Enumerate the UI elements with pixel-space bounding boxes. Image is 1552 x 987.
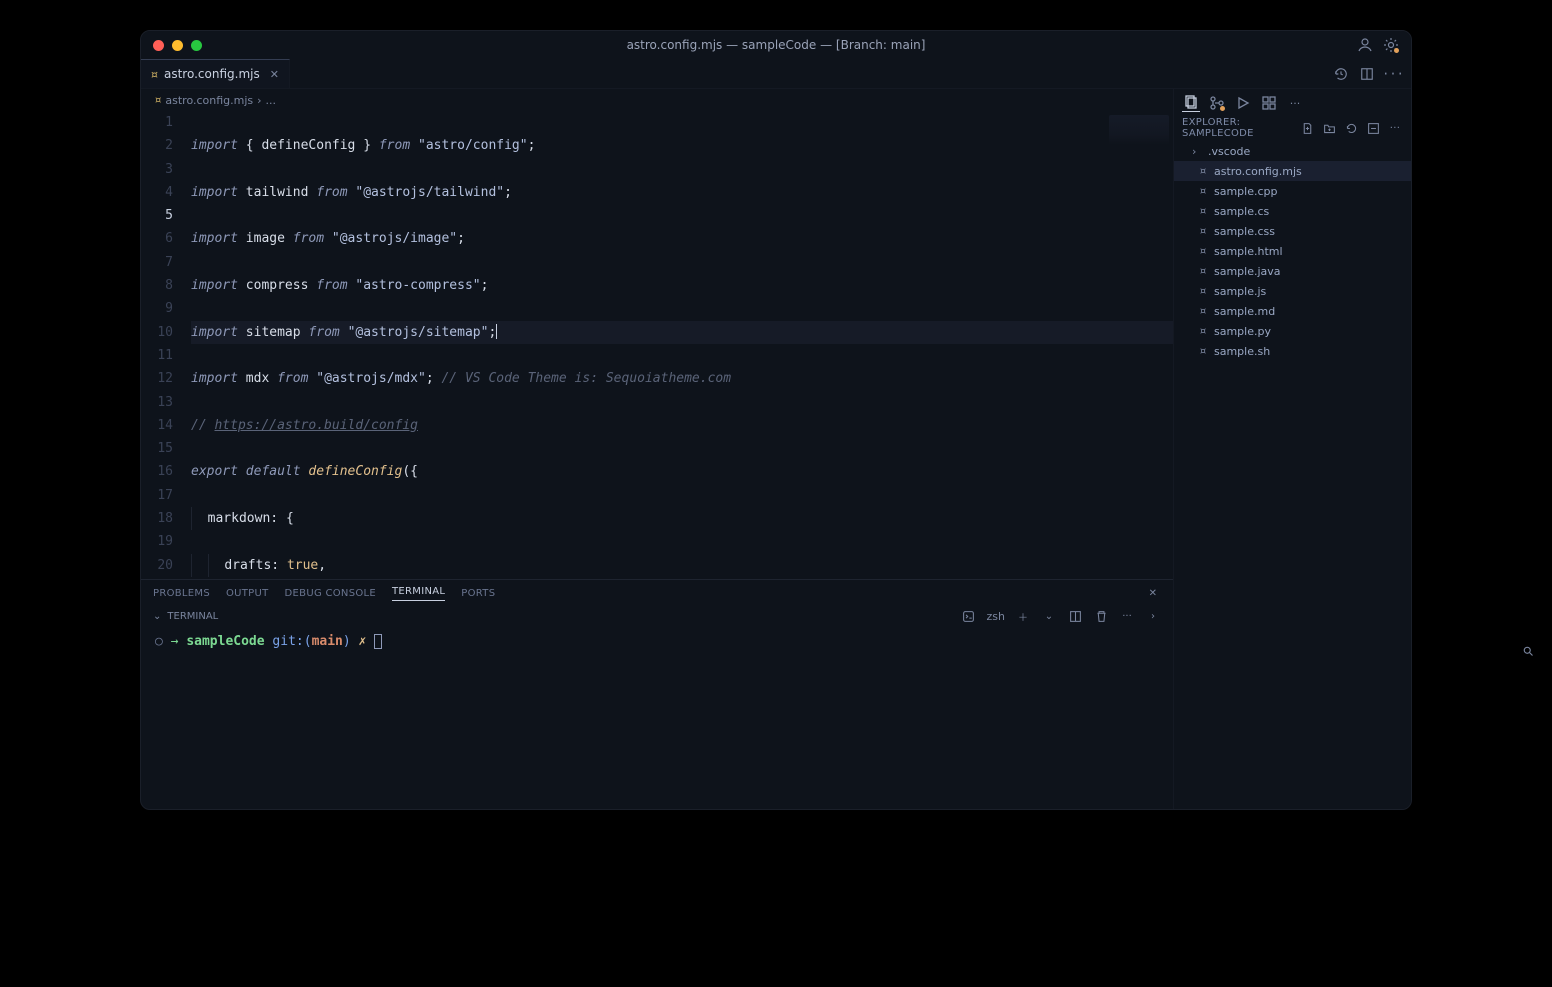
explorer-title: EXPLORER: SAMPLECODE ···: [1174, 117, 1411, 139]
more-icon[interactable]: ···: [1119, 608, 1135, 624]
chevron-down-icon[interactable]: ⌄: [153, 611, 161, 622]
more-icon[interactable]: ···: [1385, 66, 1401, 82]
chevron-right-icon[interactable]: ›: [1145, 608, 1161, 624]
code-content[interactable]: import { defineConfig } from "astro/conf…: [191, 111, 1173, 579]
tree-file-sample-py[interactable]: ¤sample.py: [1174, 321, 1411, 341]
close-panel-icon[interactable]: ✕: [1145, 585, 1161, 601]
breadcrumb-sep: ›: [257, 94, 261, 107]
file-icon: ¤: [1198, 186, 1208, 197]
code-editor[interactable]: 123456789101112131415161718192021 import…: [141, 111, 1173, 579]
account-icon[interactable]: [1357, 37, 1373, 53]
file-icon: ¤: [1198, 206, 1208, 217]
file-icon: ¤: [155, 95, 161, 106]
breadcrumb-file: astro.config.mjs: [165, 94, 253, 107]
vscode-window: astro.config.mjs — sampleCode — [Branch:…: [140, 30, 1412, 810]
tab-label: astro.config.mjs: [164, 67, 260, 81]
file-icon: ¤: [1198, 286, 1208, 297]
file-icon: ¤: [1198, 246, 1208, 257]
tree-file-sample-sh[interactable]: ¤sample.sh: [1174, 341, 1411, 361]
tree-file-sample-css[interactable]: ¤sample.css: [1174, 221, 1411, 241]
activity-bar: ···: [1174, 89, 1411, 117]
command-icon[interactable]: [961, 608, 977, 624]
breadcrumbs[interactable]: ¤ astro.config.mjs › ...: [141, 89, 1173, 111]
minimap[interactable]: [1109, 115, 1169, 165]
breadcrumb-more: ...: [266, 94, 277, 107]
file-tree: ›.vscode ¤astro.config.mjs ¤sample.cpp ¤…: [1174, 139, 1411, 363]
tree-file-sample-js[interactable]: ¤sample.js: [1174, 281, 1411, 301]
more-icon[interactable]: ···: [1286, 94, 1304, 112]
bottom-panel: PROBLEMS OUTPUT DEBUG CONSOLE TERMINAL P…: [141, 579, 1173, 809]
terminal-cursor: [374, 634, 382, 649]
shell-name[interactable]: zsh: [987, 610, 1005, 623]
tree-folder-vscode[interactable]: ›.vscode: [1174, 141, 1411, 161]
file-icon: ¤: [1198, 306, 1208, 317]
close-tab-icon[interactable]: ✕: [270, 68, 279, 81]
titlebar: astro.config.mjs — sampleCode — [Branch:…: [141, 31, 1411, 59]
chevron-down-icon[interactable]: ⌄: [1041, 608, 1057, 624]
chevron-right-icon: ›: [1192, 145, 1202, 158]
split-terminal-icon[interactable]: [1067, 608, 1083, 624]
file-icon: ¤: [1198, 346, 1208, 357]
trash-icon[interactable]: [1093, 608, 1109, 624]
file-icon: ¤: [1198, 266, 1208, 277]
file-icon: ¤: [1198, 226, 1208, 237]
tree-file-astro-config[interactable]: ¤astro.config.mjs: [1174, 161, 1411, 181]
terminal-content[interactable]: ○ → sampleCode git:(main) ✗: [141, 626, 1173, 809]
new-file-icon[interactable]: [1299, 120, 1315, 136]
source-control-icon[interactable]: [1208, 94, 1226, 112]
tab-debug-console[interactable]: DEBUG CONSOLE: [285, 588, 376, 599]
new-terminal-icon[interactable]: ＋: [1015, 608, 1031, 624]
history-icon[interactable]: [1333, 66, 1349, 82]
panel-tabs: PROBLEMS OUTPUT DEBUG CONSOLE TERMINAL P…: [141, 580, 1173, 606]
tab-output[interactable]: OUTPUT: [226, 588, 269, 599]
panel-sub-label: TERMINAL: [167, 611, 218, 622]
settings-gear-icon[interactable]: [1383, 37, 1399, 53]
file-icon: ¤: [1198, 326, 1208, 337]
panel-subheader: ⌄ TERMINAL zsh ＋ ⌄ ··· ›: [141, 606, 1173, 626]
tab-terminal[interactable]: TERMINAL: [392, 586, 445, 601]
new-folder-icon[interactable]: [1321, 120, 1337, 136]
more-icon[interactable]: ···: [1387, 120, 1403, 136]
tab-astro-config[interactable]: ¤ astro.config.mjs ✕: [141, 59, 290, 88]
explorer-icon[interactable]: [1182, 94, 1200, 112]
tab-ports[interactable]: PORTS: [461, 588, 495, 599]
tab-problems[interactable]: PROBLEMS: [153, 588, 210, 599]
split-editor-icon[interactable]: [1359, 66, 1375, 82]
tree-file-sample-cs[interactable]: ¤sample.cs: [1174, 201, 1411, 221]
run-debug-icon[interactable]: [1234, 94, 1252, 112]
window-title: astro.config.mjs — sampleCode — [Branch:…: [141, 38, 1411, 52]
tree-file-sample-cpp[interactable]: ¤sample.cpp: [1174, 181, 1411, 201]
refresh-icon[interactable]: [1343, 120, 1359, 136]
line-gutter: 123456789101112131415161718192021: [141, 111, 191, 579]
file-icon: ¤: [1198, 166, 1208, 177]
tree-file-sample-md[interactable]: ¤sample.md: [1174, 301, 1411, 321]
text-cursor: [496, 324, 497, 339]
explorer-sidebar: ··· EXPLORER: SAMPLECODE ··· ›.vscode ¤a…: [1173, 89, 1411, 809]
file-icon: ¤: [151, 68, 158, 81]
tree-file-sample-html[interactable]: ¤sample.html: [1174, 241, 1411, 261]
collapse-icon[interactable]: [1365, 120, 1381, 136]
editor-tabs: ¤ astro.config.mjs ✕ ···: [141, 59, 1411, 89]
extensions-icon[interactable]: [1260, 94, 1278, 112]
tree-file-sample-java[interactable]: ¤sample.java: [1174, 261, 1411, 281]
